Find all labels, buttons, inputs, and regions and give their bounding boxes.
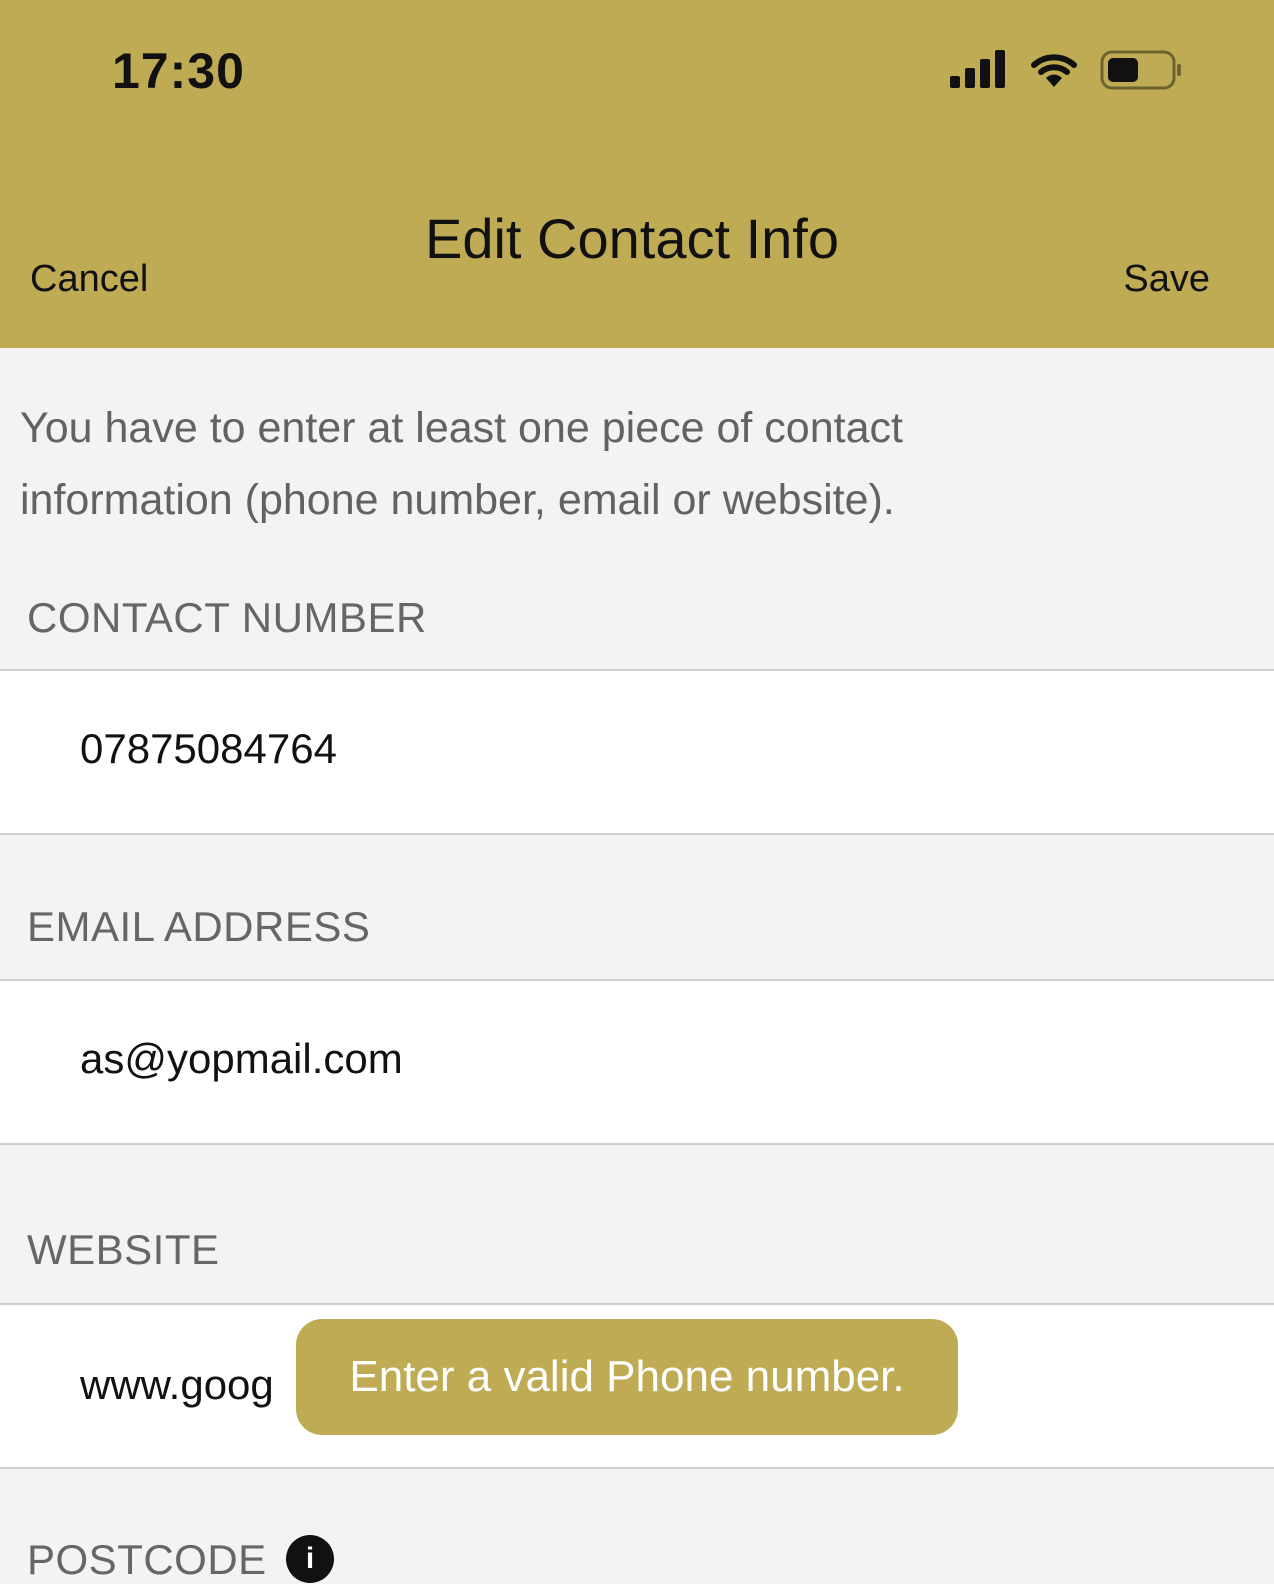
postcode-label: POSTCODE <box>27 1536 267 1583</box>
website-label: WEBSITE <box>27 1226 220 1273</box>
contact-number-field[interactable]: 07875084764 <box>0 669 1274 835</box>
wifi-icon <box>1031 54 1077 87</box>
email-label: EMAIL ADDRESS <box>27 903 371 950</box>
validation-toast: Enter a valid Phone number. <box>296 1319 958 1435</box>
header-bar: 17:30 Edit Contact Info Cancel Save <box>0 0 1274 348</box>
page-title: Edit Contact Info <box>424 207 839 270</box>
status-time: 17:30 <box>112 43 245 99</box>
cancel-button[interactable]: Cancel <box>30 258 148 301</box>
status-icons <box>950 50 1182 90</box>
signal-icon <box>950 50 1005 88</box>
save-button[interactable]: Save <box>1123 258 1210 301</box>
email-value[interactable]: as@yopmail.com <box>80 1035 403 1083</box>
battery-icon <box>1100 50 1181 90</box>
contact-number-label: CONTACT NUMBER <box>27 594 427 641</box>
email-field[interactable]: as@yopmail.com <box>0 979 1274 1145</box>
contact-number-value[interactable]: 07875084764 <box>80 725 337 773</box>
website-value[interactable]: www.goog <box>80 1361 274 1409</box>
instruction-text: You have to enter at least one piece of … <box>20 404 903 524</box>
info-icon[interactable]: i <box>286 1535 334 1583</box>
